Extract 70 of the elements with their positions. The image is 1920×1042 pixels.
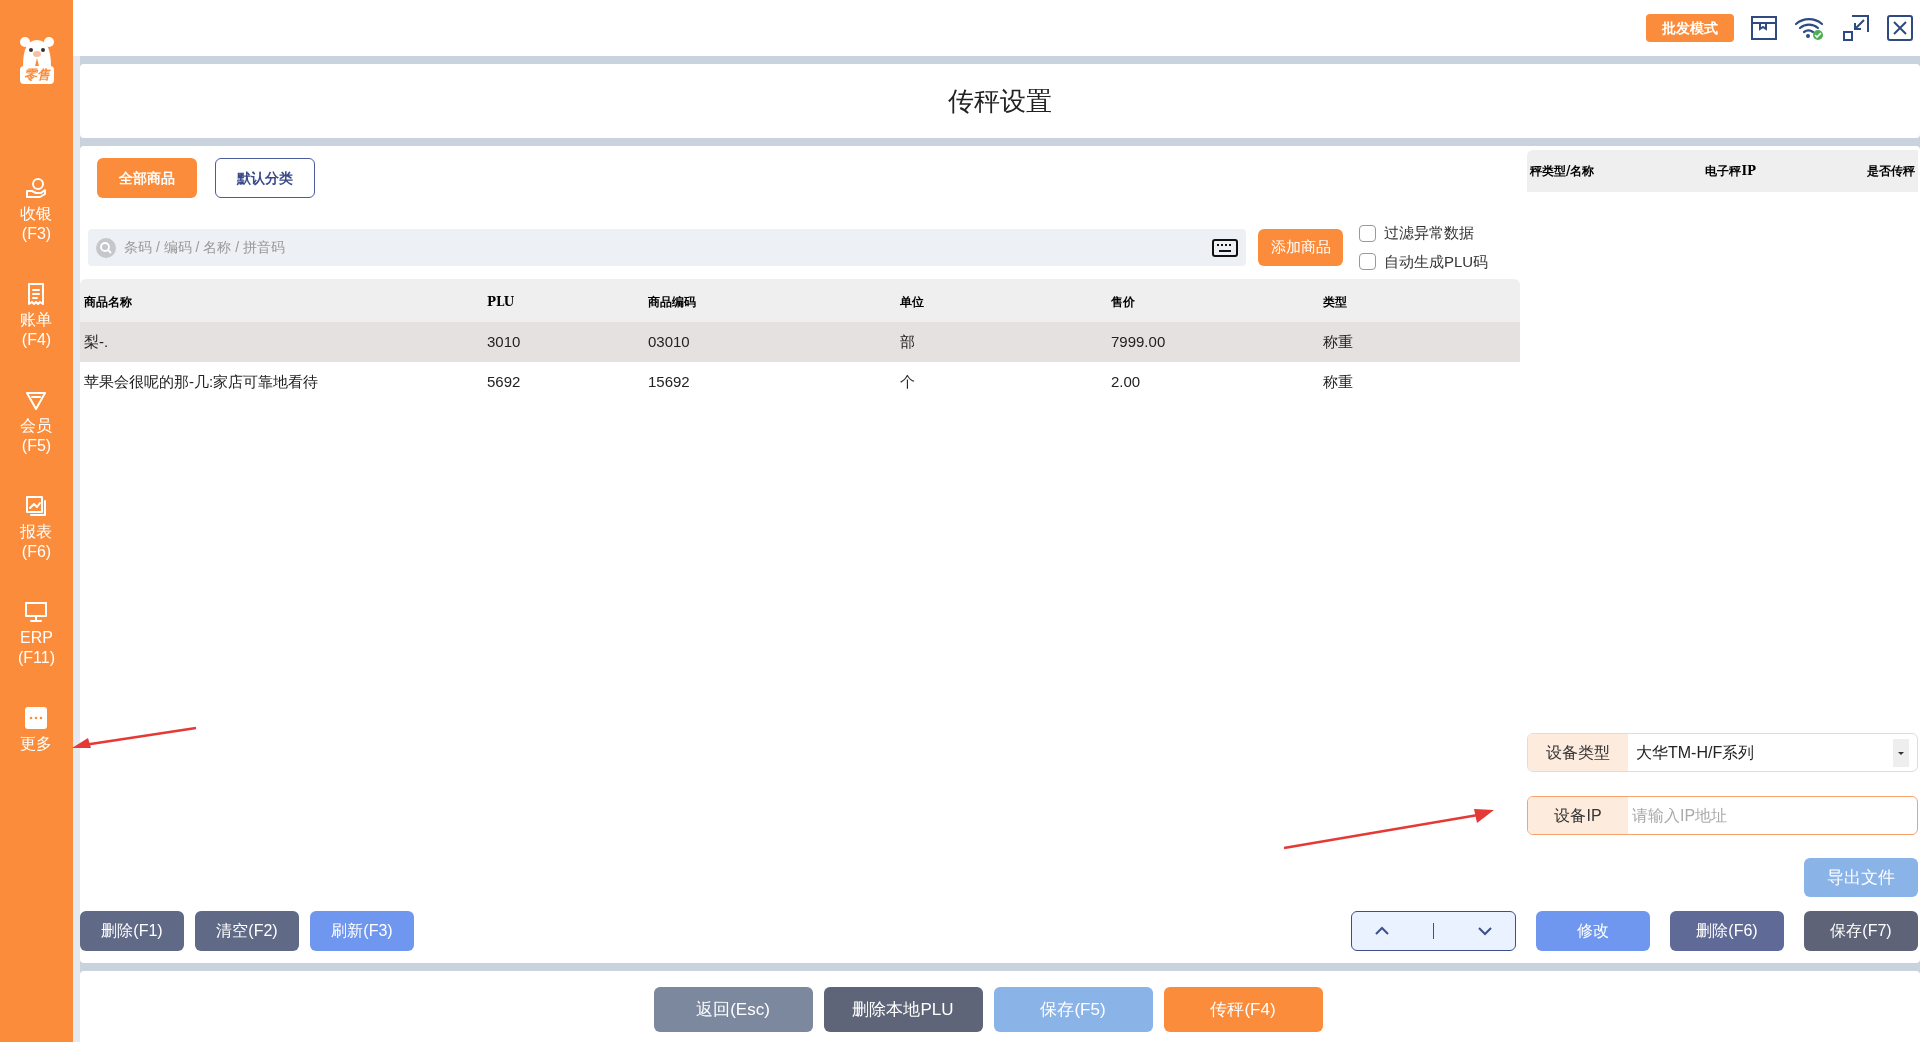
sidebar-item[interactable]: 账单 (F4) (20, 282, 53, 350)
close-icon[interactable] (1886, 14, 1914, 42)
page-title: 传秤设置 (948, 84, 1052, 118)
action-button[interactable]: 返回(Esc) (653, 987, 813, 1032)
column-header: 是否传秤 (1867, 163, 1915, 180)
search-bar[interactable]: 条码 / 编码 / 名称 / 拼音码 (88, 229, 1246, 266)
column-header: 单位 (900, 294, 924, 309)
action-button[interactable]: 传秤(F4) (1163, 987, 1323, 1032)
sidebar-item[interactable]: 更多 (20, 706, 53, 754)
column-header: 商品编码 (648, 294, 696, 309)
export-file-button[interactable]: 导出文件 (1804, 858, 1918, 897)
sidebar-item[interactable]: 报表 (F6) (20, 494, 53, 562)
field-label: 设备IP (1528, 797, 1628, 834)
sidebar-item[interactable]: 会员 (F5) (20, 388, 53, 456)
table-cell: 个 (900, 373, 915, 390)
wifi-icon[interactable] (1794, 15, 1826, 41)
wholesale-mode-button[interactable]: 批发模式 (1646, 14, 1734, 42)
select-value: 大华TM-H/F系列 (1635, 742, 1756, 763)
table-cell: 3010 (487, 333, 521, 350)
box-icon[interactable] (1750, 15, 1778, 41)
column-header: 类型 (1323, 294, 1347, 309)
dropdown-caret-icon (1893, 738, 1909, 767)
coin-hand-icon (24, 176, 49, 200)
product-row[interactable]: 梨-. 3010 03010 部 7999.00 称重 (80, 322, 1520, 362)
action-button[interactable]: 清空(F2) (195, 911, 299, 951)
add-product-button[interactable]: 添加商品 (1258, 229, 1343, 266)
logo-text: 零售 (19, 66, 54, 84)
table-cell: 称重 (1323, 373, 1353, 390)
action-button[interactable]: 保存(F7) (1804, 911, 1918, 951)
more-icon (24, 706, 49, 730)
column-header: 商品名称 (84, 294, 132, 309)
action-button[interactable]: 删除本地PLU (823, 987, 983, 1032)
device-ip-box[interactable]: 设备IP 请输入IP地址 (1527, 796, 1918, 835)
table-cell: 2.00 (1111, 373, 1141, 390)
bear-logo-icon (18, 36, 55, 66)
table-cell: 部 (900, 333, 915, 350)
table-cell: 苹果会很呢的那-几:家店可靠地看待 (84, 373, 319, 390)
column-header: 秤类型/名称 (1530, 163, 1595, 180)
device-type-select[interactable]: 设备类型 大华TM-H/F系列 (1527, 733, 1918, 772)
keyboard-icon[interactable] (1212, 238, 1238, 257)
action-button[interactable]: 删除(F1) (80, 911, 184, 951)
category-tab[interactable]: 默认分类 (215, 158, 315, 198)
monitor-icon (24, 600, 49, 624)
search-field[interactable]: 条码 / 编码 / 名称 / 拼音码 (124, 237, 1204, 258)
action-button[interactable]: 保存(F5) (993, 987, 1153, 1032)
down-chevron-icon[interactable] (1477, 926, 1494, 936)
option-checkbox[interactable]: 过滤异常数据 (1359, 222, 1489, 245)
sidebar-item[interactable]: 收银 (F3) (20, 176, 53, 244)
table-cell: 梨-. (84, 333, 109, 350)
table-cell: 15692 (648, 373, 690, 390)
up-chevron-icon[interactable] (1373, 926, 1390, 936)
column-header: PLU (487, 294, 515, 309)
action-button[interactable]: 删除(F6) (1670, 911, 1784, 951)
sidebar-item[interactable]: ERP (F11) (17, 600, 55, 668)
table-cell: 5692 (487, 373, 521, 390)
table-cell: 03010 (648, 333, 690, 350)
category-tab[interactable]: 全部商品 (97, 158, 197, 198)
action-button[interactable]: 刷新(F3) (310, 911, 414, 951)
device-ip-field[interactable]: 请输入IP地址 (1628, 797, 1917, 834)
action-button[interactable]: 修改 (1536, 911, 1650, 951)
table-cell: 7999.00 (1111, 333, 1166, 350)
field-label: 设备类型 (1528, 734, 1628, 771)
option-checkbox[interactable]: 自动生成PLU码 (1359, 250, 1489, 273)
up-down-control[interactable] (1351, 911, 1516, 951)
column-header: 售价 (1111, 294, 1135, 309)
chart-icon (24, 494, 49, 518)
column-header: 电子秤IP (1705, 163, 1756, 180)
minimize-icon[interactable] (1842, 14, 1870, 42)
table-cell: 称重 (1323, 333, 1353, 350)
search-icon (96, 237, 116, 258)
